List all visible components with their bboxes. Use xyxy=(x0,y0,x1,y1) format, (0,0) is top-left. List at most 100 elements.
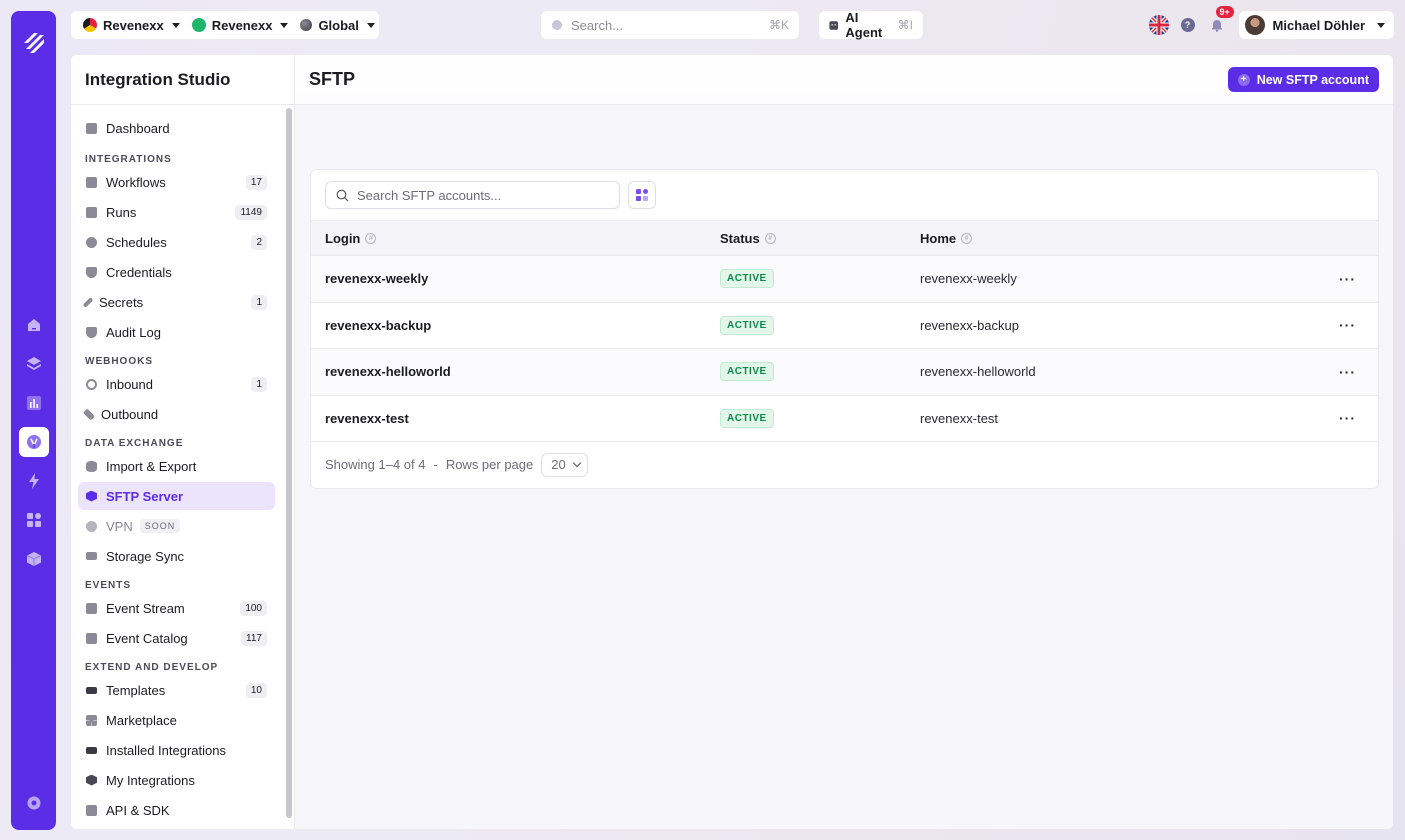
count-badge: 2 xyxy=(251,234,267,250)
sidebar-item-inbound[interactable]: Inbound 1 xyxy=(78,370,275,398)
analytics-icon[interactable] xyxy=(19,388,49,418)
sftp-search-input[interactable]: Search SFTP accounts... xyxy=(325,181,620,209)
sort-info-icon: # xyxy=(365,232,377,244)
workflows-icon xyxy=(86,176,97,188)
sidebar-item-secrets[interactable]: Secrets 1 xyxy=(78,288,275,316)
column-header-status[interactable]: Status # xyxy=(720,231,776,246)
sidebar-item-api-sdk[interactable]: API & SDK xyxy=(78,796,275,824)
clock-icon xyxy=(86,236,97,248)
section-webhooks: WEBHOOKS xyxy=(85,356,153,367)
login-cell: revenexx-backup xyxy=(325,317,432,333)
chevron-down-icon xyxy=(280,22,289,28)
chevron-down-icon xyxy=(171,22,180,28)
ai-agent-button[interactable]: AI Agent ⌘I xyxy=(819,10,923,40)
workspace-logo-icon xyxy=(83,18,97,32)
sidebar-item-event-stream[interactable]: Event Stream 100 xyxy=(78,594,275,622)
uk-flag-icon[interactable] xyxy=(1148,15,1169,35)
sidebar-item-import-export[interactable]: Import & Export xyxy=(78,452,275,480)
notifications-bell-icon[interactable]: 9+ xyxy=(1207,6,1234,35)
table-row[interactable]: revenexx-helloworld ACTIVE revenexx-hell… xyxy=(311,349,1378,396)
sidebar-item-marketplace[interactable]: Marketplace xyxy=(78,706,275,734)
pagination-separator: - xyxy=(433,457,438,472)
help-glyph: ? xyxy=(1184,20,1191,30)
sidebar-title: Integration Studio xyxy=(71,55,294,105)
database-icon xyxy=(86,460,97,472)
top-right-controls: ? 9+ Michael Döhler xyxy=(1148,6,1394,39)
app-logo-icon[interactable] xyxy=(20,29,48,57)
sidebar-item-workflows[interactable]: Workflows 17 xyxy=(78,168,275,196)
sidebar-item-label: Storage Sync xyxy=(106,548,185,564)
sidebar-item-label: Outbound xyxy=(101,406,159,422)
row-actions-more-icon[interactable]: ··· xyxy=(1339,271,1356,287)
sidebar-item-event-catalog[interactable]: Event Catalog 117 xyxy=(78,624,275,652)
integration-studio-icon[interactable] xyxy=(18,427,49,457)
installed-layers-icon xyxy=(86,746,97,754)
home-cell: revenexx-helloworld xyxy=(920,364,1036,380)
sidebar-item-my-integrations[interactable]: My Integrations xyxy=(78,766,275,794)
sidebar-item-label: Templates xyxy=(106,682,166,698)
avatar xyxy=(1244,15,1265,35)
view-toggle-grid-icon[interactable] xyxy=(628,181,656,209)
sidebar-item-label: Event Catalog xyxy=(106,630,188,646)
sidebar-item-dashboard[interactable]: Dashboard xyxy=(78,114,275,142)
layers-icon[interactable] xyxy=(19,349,49,379)
box-icon[interactable] xyxy=(19,544,49,574)
table-body: revenexx-weekly ACTIVE revenexx-weekly ·… xyxy=(311,256,1378,442)
column-header-login[interactable]: Login # xyxy=(325,231,377,246)
sidebar-item-label: Inbound xyxy=(106,376,153,392)
new-sftp-account-button[interactable]: + New SFTP account xyxy=(1227,67,1379,92)
count-badge: 100 xyxy=(240,600,267,616)
sidebar: Integration Studio Dashboard INTEGRATION… xyxy=(71,55,295,829)
vpn-gear-icon xyxy=(86,520,97,532)
sidebar-item-label: SFTP Server xyxy=(106,488,184,504)
region-label: Global xyxy=(318,17,359,33)
shield-check-icon xyxy=(86,326,97,338)
workspace-selector-2[interactable]: Revenexx xyxy=(186,11,295,39)
settings-gear-icon[interactable] xyxy=(19,788,49,818)
help-icon[interactable]: ? xyxy=(1180,18,1195,32)
sidebar-item-schedules[interactable]: Schedules 2 xyxy=(78,228,275,256)
status-badge: ACTIVE xyxy=(720,315,774,335)
global-search-placeholder: Search... xyxy=(571,17,624,33)
sidebar-item-storage-sync[interactable]: Storage Sync xyxy=(78,542,275,570)
table-row[interactable]: revenexx-weekly ACTIVE revenexx-weekly ·… xyxy=(311,256,1378,303)
table-row[interactable]: revenexx-backup ACTIVE revenexx-backup ·… xyxy=(311,303,1378,349)
user-menu[interactable]: Michael Döhler xyxy=(1238,11,1394,39)
sidebar-item-sftp-server[interactable]: SFTP Server xyxy=(78,482,275,510)
home-cell: revenexx-backup xyxy=(920,317,1019,333)
sidebar-item-runs[interactable]: Runs 1149 xyxy=(78,198,275,226)
apps-grid-icon[interactable] xyxy=(19,505,49,535)
workspace-selector-1[interactable]: Revenexx xyxy=(77,11,186,39)
count-badge: 1149 xyxy=(235,204,267,220)
home-icon[interactable] xyxy=(19,310,49,340)
lightning-icon[interactable] xyxy=(19,466,49,496)
runs-icon xyxy=(86,206,97,218)
region-selector[interactable]: Global xyxy=(294,11,380,39)
top-bar: Revenexx Revenexx Global Search... ⌘K AI… xyxy=(71,6,1394,40)
sidebar-item-installed-integrations[interactable]: Installed Integrations xyxy=(78,736,275,764)
row-actions-more-icon[interactable]: ··· xyxy=(1339,410,1356,426)
table-row[interactable]: revenexx-test ACTIVE revenexx-test ··· xyxy=(311,396,1378,442)
count-badge: 1 xyxy=(251,376,267,392)
sidebar-scrollbar[interactable] xyxy=(286,108,292,818)
login-cell: revenexx-weekly xyxy=(325,271,429,287)
rows-per-page-label: Rows per page xyxy=(445,457,534,472)
row-actions-more-icon[interactable]: ··· xyxy=(1339,317,1356,333)
rows-per-page-select[interactable]: 20 xyxy=(541,452,588,477)
sidebar-item-credentials[interactable]: Credentials xyxy=(78,258,275,286)
sidebar-item-label: API & SDK xyxy=(106,802,170,818)
main-panel: Integration Studio Dashboard INTEGRATION… xyxy=(71,55,1393,829)
sidebar-item-audit-log[interactable]: Audit Log xyxy=(78,318,275,346)
workspace-1-label: Revenexx xyxy=(103,17,164,33)
globe-icon xyxy=(300,19,313,31)
column-header-home[interactable]: Home # xyxy=(920,231,973,246)
sidebar-item-outbound[interactable]: Outbound xyxy=(78,400,275,428)
environment-status-icon xyxy=(191,18,206,32)
row-actions-more-icon[interactable]: ··· xyxy=(1339,364,1356,380)
sort-info-icon: # xyxy=(961,232,973,244)
table-header: Login # Status # Home # xyxy=(311,220,1378,256)
chevron-down-icon xyxy=(366,22,375,28)
sidebar-item-templates[interactable]: Templates 10 xyxy=(78,676,275,704)
global-search-input[interactable]: Search... ⌘K xyxy=(541,11,799,39)
section-integrations: INTEGRATIONS xyxy=(85,154,172,165)
